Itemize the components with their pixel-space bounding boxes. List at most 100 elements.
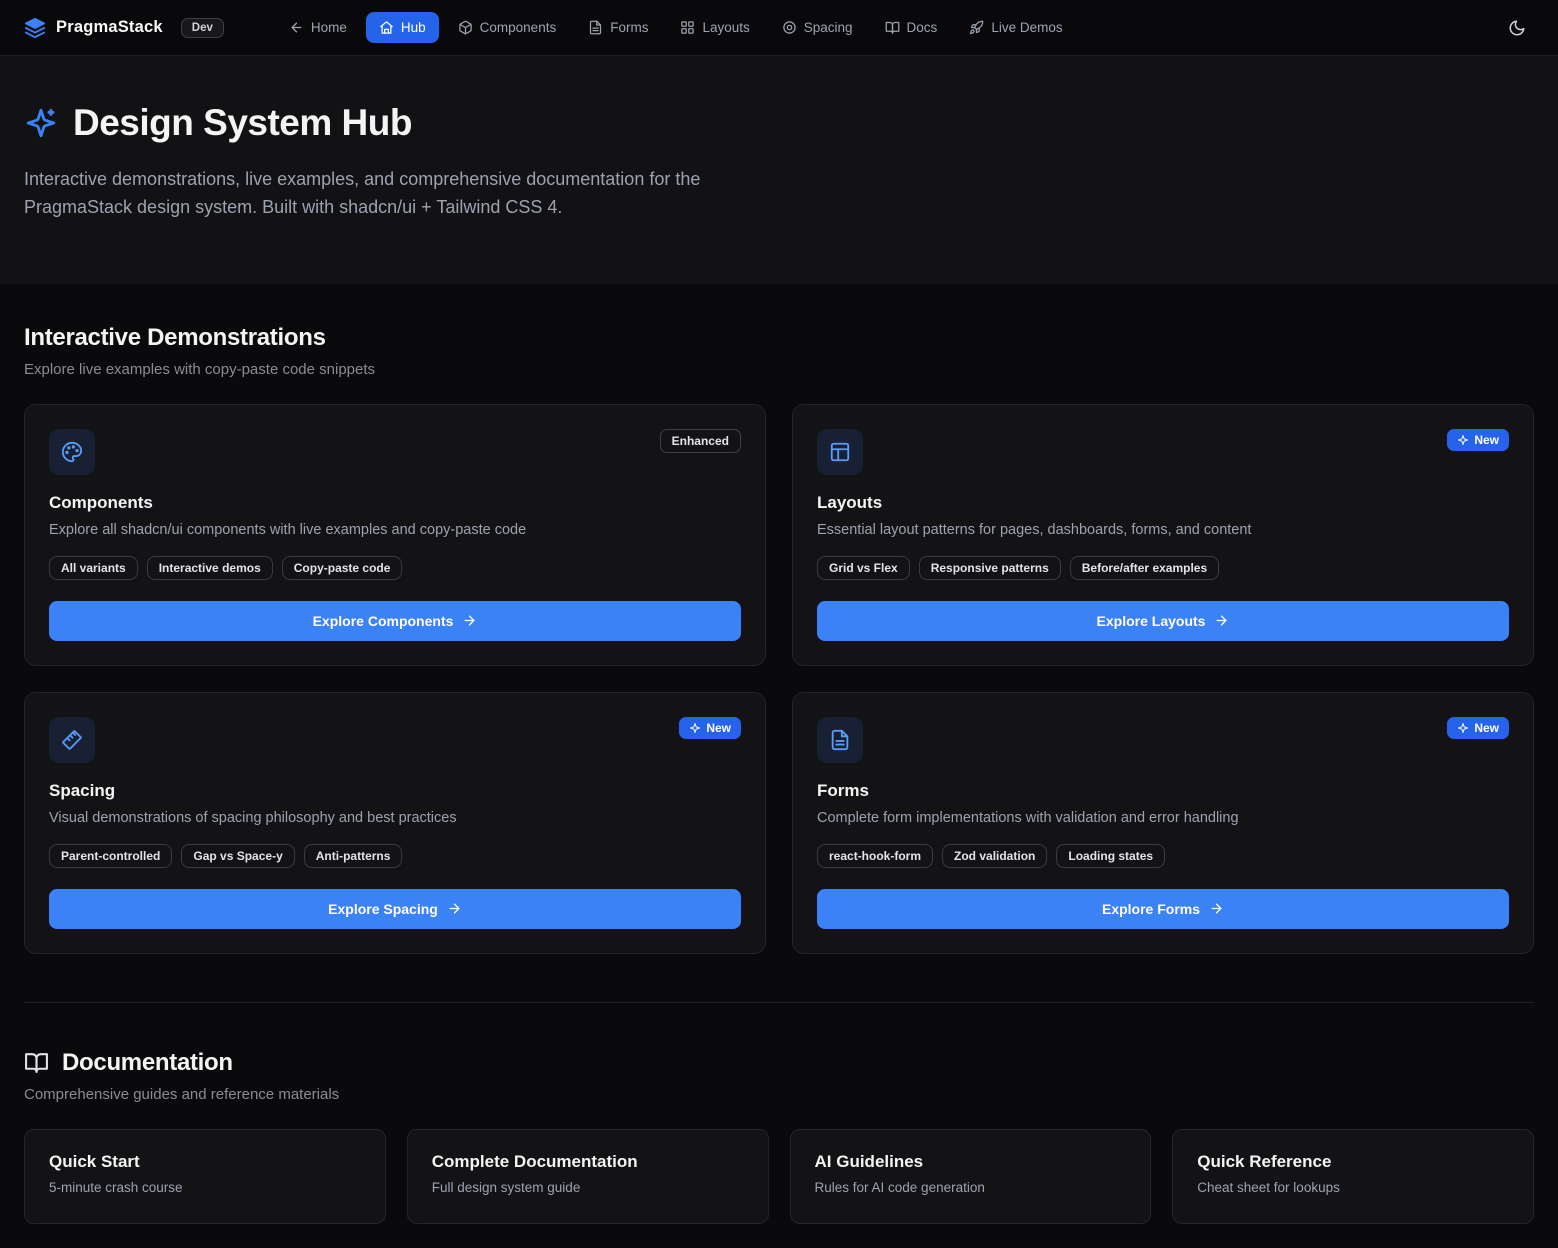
top-navbar: PragmaStack Dev Home Hub Components Form… xyxy=(0,0,1558,56)
arrow-right-icon xyxy=(447,901,462,916)
demo-card-spacing: New Spacing Visual demonstrations of spa… xyxy=(24,692,766,954)
arrow-right-icon xyxy=(462,613,477,628)
doc-card-quick-reference[interactable]: Quick Reference Cheat sheet for lookups xyxy=(1172,1129,1534,1224)
explore-forms-button[interactable]: Explore Forms xyxy=(817,889,1509,929)
demos-subheading: Explore live examples with copy-paste co… xyxy=(24,361,1534,378)
card-title: Forms xyxy=(817,781,1509,801)
button-label: Explore Forms xyxy=(1102,901,1200,917)
layout-grid-icon xyxy=(680,20,695,35)
explore-spacing-button[interactable]: Explore Spacing xyxy=(49,889,741,929)
explore-layouts-button[interactable]: Explore Layouts xyxy=(817,601,1509,641)
nav-label: Home xyxy=(311,20,347,35)
page-subtitle: Interactive demonstrations, live example… xyxy=(24,166,764,222)
nav-item-live-demos[interactable]: Live Demos xyxy=(956,12,1075,43)
nav-label: Docs xyxy=(907,20,938,35)
doc-card-quick-start[interactable]: Quick Start 5-minute crash course xyxy=(24,1129,386,1224)
theme-toggle-button[interactable] xyxy=(1500,11,1534,45)
ruler-icon xyxy=(49,717,95,763)
file-text-icon xyxy=(588,20,603,35)
sparkles-icon xyxy=(689,722,701,734)
badge-label: New xyxy=(1474,721,1499,735)
palette-icon xyxy=(49,429,95,475)
button-label: Explore Layouts xyxy=(1097,613,1206,629)
feature-tag: Before/after examples xyxy=(1070,556,1219,580)
new-badge: New xyxy=(679,717,741,739)
page-title: Design System Hub xyxy=(73,102,412,144)
interactive-demos-section: Interactive Demonstrations Explore live … xyxy=(24,284,1534,954)
card-title: Components xyxy=(49,493,741,513)
brand-name: PragmaStack xyxy=(56,18,163,37)
new-badge: New xyxy=(1447,717,1509,739)
card-title: Spacing xyxy=(49,781,741,801)
main-content: Interactive Demonstrations Explore live … xyxy=(0,284,1558,1248)
nav-item-home[interactable]: Home xyxy=(276,12,360,43)
nav-label: Hub xyxy=(401,20,426,35)
button-label: Explore Spacing xyxy=(328,901,438,917)
nav-item-hub[interactable]: Hub xyxy=(366,12,439,43)
docs-heading: Documentation xyxy=(62,1049,233,1077)
brand[interactable]: PragmaStack Dev xyxy=(24,17,224,39)
card-description: Explore all shadcn/ui components with li… xyxy=(49,522,741,538)
demo-card-components: Enhanced Components Explore all shadcn/u… xyxy=(24,404,766,666)
main-nav: Home Hub Components Forms Layouts Spacin… xyxy=(276,12,1076,43)
new-badge: New xyxy=(1447,429,1509,451)
arrow-right-icon xyxy=(1214,613,1229,628)
demos-heading: Interactive Demonstrations xyxy=(24,324,1534,352)
file-text-icon xyxy=(817,717,863,763)
doc-card-ai-guidelines[interactable]: AI Guidelines Rules for AI code generati… xyxy=(790,1129,1152,1224)
layers-logo-icon xyxy=(24,17,46,39)
feature-tag: react-hook-form xyxy=(817,844,933,868)
nav-label: Layouts xyxy=(702,20,749,35)
feature-tag: Grid vs Flex xyxy=(817,556,910,580)
feature-tag: Responsive patterns xyxy=(919,556,1061,580)
feature-tag: Gap vs Space-y xyxy=(181,844,294,868)
spacing-icon xyxy=(782,20,797,35)
demo-card-layouts: New Layouts Essential layout patterns fo… xyxy=(792,404,1534,666)
demo-card-forms: New Forms Complete form implementations … xyxy=(792,692,1534,954)
layout-panels-icon xyxy=(817,429,863,475)
feature-tag: Anti-patterns xyxy=(304,844,403,868)
doc-card-description: Rules for AI code generation xyxy=(815,1180,1127,1195)
feature-tag: Zod validation xyxy=(942,844,1047,868)
card-description: Visual demonstrations of spacing philoso… xyxy=(49,810,741,826)
feature-tag: All variants xyxy=(49,556,138,580)
nav-label: Components xyxy=(480,20,557,35)
doc-card-complete-documentation[interactable]: Complete Documentation Full design syste… xyxy=(407,1129,769,1224)
hero-section: Design System Hub Interactive demonstrat… xyxy=(0,56,1558,284)
card-description: Complete form implementations with valid… xyxy=(817,810,1509,826)
documentation-section: Documentation Comprehensive guides and r… xyxy=(24,1003,1534,1224)
nav-label: Forms xyxy=(610,20,648,35)
moon-icon xyxy=(1508,19,1526,37)
rocket-icon xyxy=(969,20,984,35)
doc-card-title: Quick Start xyxy=(49,1152,361,1172)
badge-label: New xyxy=(706,721,731,735)
env-badge: Dev xyxy=(181,18,224,38)
demo-card-grid: Enhanced Components Explore all shadcn/u… xyxy=(24,404,1534,954)
nav-item-spacing[interactable]: Spacing xyxy=(769,12,866,43)
doc-card-title: AI Guidelines xyxy=(815,1152,1127,1172)
doc-card-description: Cheat sheet for lookups xyxy=(1197,1180,1509,1195)
book-open-icon xyxy=(24,1050,49,1075)
sparkles-icon xyxy=(1457,722,1469,734)
docs-card-grid: Quick Start 5-minute crash course Comple… xyxy=(24,1129,1534,1224)
box-icon xyxy=(458,20,473,35)
explore-components-button[interactable]: Explore Components xyxy=(49,601,741,641)
nav-item-components[interactable]: Components xyxy=(445,12,570,43)
feature-tag: Interactive demos xyxy=(147,556,273,580)
badge-label: New xyxy=(1474,433,1499,447)
doc-card-description: Full design system guide xyxy=(432,1180,744,1195)
nav-item-forms[interactable]: Forms xyxy=(575,12,661,43)
book-open-icon xyxy=(885,20,900,35)
sparkles-icon xyxy=(24,106,58,140)
arrow-left-icon xyxy=(289,20,304,35)
doc-card-title: Complete Documentation xyxy=(432,1152,744,1172)
sparkles-icon xyxy=(1457,434,1469,446)
feature-tag: Parent-controlled xyxy=(49,844,172,868)
nav-item-layouts[interactable]: Layouts xyxy=(667,12,762,43)
button-label: Explore Components xyxy=(313,613,454,629)
card-title: Layouts xyxy=(817,493,1509,513)
nav-label: Live Demos xyxy=(991,20,1062,35)
nav-label: Spacing xyxy=(804,20,853,35)
status-badge: Enhanced xyxy=(660,429,741,453)
nav-item-docs[interactable]: Docs xyxy=(872,12,951,43)
